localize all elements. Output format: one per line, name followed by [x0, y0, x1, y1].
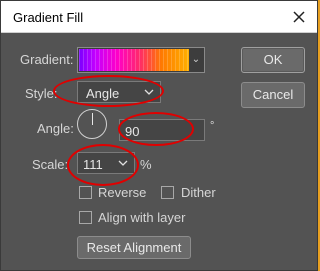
- chevron-down-icon[interactable]: [118, 159, 128, 167]
- style-label: Style:: [25, 86, 58, 101]
- angle-dial[interactable]: [77, 109, 107, 139]
- scale-unit: %: [140, 157, 152, 172]
- dither-checkbox[interactable]: [161, 186, 174, 199]
- angle-label: Angle:: [37, 121, 74, 136]
- angle-value: 90: [125, 124, 140, 139]
- gradient-label: Gradient:: [20, 52, 74, 67]
- angle-dial-hand: [92, 113, 93, 125]
- dither-label: Dither: [181, 185, 216, 200]
- title-bar: Gradient Fill: [1, 1, 317, 33]
- chevron-down-icon: [144, 89, 154, 95]
- dialog-title: Gradient Fill: [13, 10, 84, 25]
- align-with-layer-label: Align with layer: [98, 210, 186, 225]
- angle-input[interactable]: 90: [119, 119, 205, 141]
- reset-alignment-button[interactable]: Reset Alignment: [77, 236, 191, 259]
- cancel-button[interactable]: Cancel: [241, 82, 305, 108]
- gradient-dropdown-icon[interactable]: ⌄: [188, 48, 204, 72]
- scale-value: 111: [83, 157, 103, 172]
- style-value: Angle: [86, 86, 120, 101]
- align-with-layer-checkbox[interactable]: [79, 211, 92, 224]
- gradient-swatch[interactable]: [79, 49, 189, 71]
- gradient-fill-dialog: Gradient Fill Gradient: ⌄ Style: Angle A…: [0, 0, 318, 271]
- reverse-label: Reverse: [98, 185, 147, 200]
- gradient-picker[interactable]: ⌄: [77, 47, 205, 73]
- angle-unit: °: [210, 120, 215, 132]
- scale-input[interactable]: 111: [77, 152, 135, 174]
- scale-label: Scale:: [32, 157, 69, 172]
- reverse-checkbox[interactable]: [79, 186, 92, 199]
- style-select[interactable]: Angle: [77, 81, 161, 103]
- close-icon[interactable]: [289, 7, 309, 27]
- ok-button[interactable]: OK: [241, 47, 305, 73]
